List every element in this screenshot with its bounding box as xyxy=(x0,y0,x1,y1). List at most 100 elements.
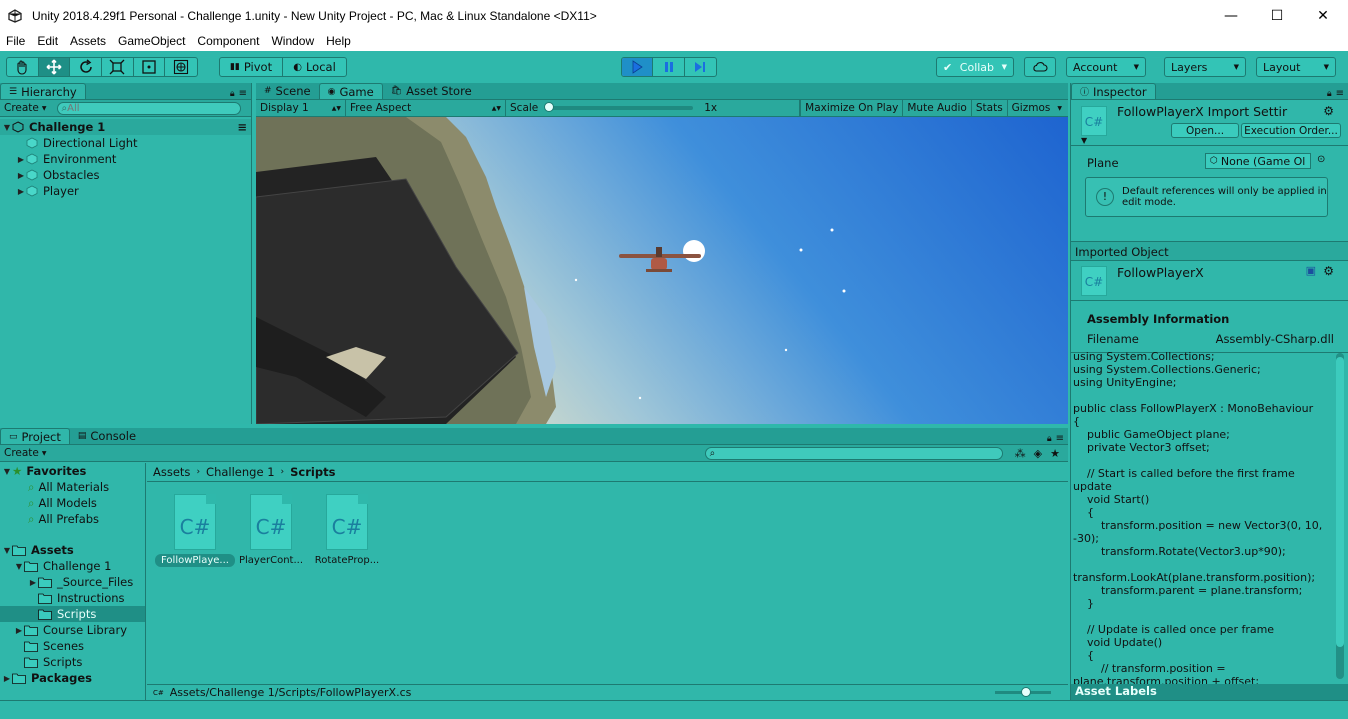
favorites-row[interactable]: ▼ ★ Favorites xyxy=(0,463,145,479)
tab-scene[interactable]: # Scene xyxy=(256,83,319,99)
packages-row[interactable]: ▶ Packages xyxy=(0,670,145,686)
menu-icon[interactable]: ≡ xyxy=(1336,88,1344,99)
tab-game[interactable]: ◉ Game xyxy=(318,83,383,99)
display-dropdown[interactable]: Display 1 ▲▼ xyxy=(256,100,346,116)
favorite-item[interactable]: ⌕ All Models xyxy=(0,495,145,511)
gear-icon[interactable]: ⚙ xyxy=(1323,104,1334,118)
pause-icon[interactable] xyxy=(653,58,685,76)
hierarchy-search[interactable]: ⌕ xyxy=(56,101,241,115)
label-icon[interactable]: ◈ xyxy=(1034,447,1042,460)
gear-icon[interactable]: ⚙ xyxy=(1323,264,1334,278)
book-icon[interactable]: ▣ xyxy=(1306,264,1316,277)
lock-icon[interactable]: 🔒︎ xyxy=(230,89,235,99)
project-search[interactable]: ⌕ xyxy=(704,446,1003,460)
expand-icon[interactable]: ▼ xyxy=(2,123,12,132)
expand-icon[interactable]: ▼ xyxy=(14,562,24,571)
hand-tool-icon[interactable] xyxy=(7,58,39,76)
folder-row-selected[interactable]: Scripts xyxy=(0,606,145,622)
account-dropdown[interactable]: Account ▼ xyxy=(1066,57,1146,77)
game-view[interactable] xyxy=(256,117,1068,424)
gizmos-dropdown[interactable]: Gizmos ▼ xyxy=(1006,100,1068,116)
folder-row[interactable]: Scripts xyxy=(0,654,145,670)
star-icon[interactable]: ★ xyxy=(1050,447,1060,460)
folder-row[interactable]: ▶ _Source_Files xyxy=(0,574,145,590)
menu-gameobject[interactable]: GameObject xyxy=(112,34,191,48)
hierarchy-item[interactable]: ▶ Obstacles xyxy=(0,167,251,183)
script-file[interactable]: C# PlayerCont... xyxy=(231,494,311,567)
scrollbar-thumb[interactable] xyxy=(1336,357,1344,647)
step-icon[interactable] xyxy=(685,58,716,76)
breadcrumb-item[interactable]: Assets xyxy=(153,465,190,479)
scale-slider-thumb[interactable] xyxy=(544,102,555,112)
create-dropdown[interactable]: Create ▼ xyxy=(0,102,51,114)
transform-tool-icon[interactable] xyxy=(165,58,197,76)
local-button[interactable]: ◐ Local xyxy=(283,58,346,76)
tab-project[interactable]: ▭ Project xyxy=(0,428,70,444)
hierarchy-search-input[interactable] xyxy=(67,102,218,114)
layers-dropdown[interactable]: Layers ▼ xyxy=(1164,57,1246,77)
rotate-tool-icon[interactable] xyxy=(70,58,103,76)
scale-tool-icon[interactable] xyxy=(102,58,134,76)
expand-icon[interactable]: ▶ xyxy=(16,187,26,196)
menu-edit[interactable]: Edit xyxy=(31,34,64,48)
hierarchy-item[interactable]: ▶ Player xyxy=(0,183,251,199)
object-picker-icon[interactable]: ⊙ xyxy=(1317,154,1325,165)
script-file[interactable]: C# FollowPlaye... xyxy=(155,494,235,567)
menu-component[interactable]: Component xyxy=(191,34,265,48)
maximize-button[interactable]: ☐ xyxy=(1254,0,1300,31)
menu-file[interactable]: File xyxy=(0,34,31,48)
menu-icon[interactable]: ≡ xyxy=(1056,433,1064,444)
expand-icon[interactable]: ▶ xyxy=(14,626,24,635)
lock-icon[interactable]: 🔒︎ xyxy=(1327,89,1332,99)
tab-inspector[interactable]: ⓘ Inspector xyxy=(1071,83,1156,99)
menu-help[interactable]: Help xyxy=(320,34,357,48)
lock-icon[interactable]: 🔒︎ xyxy=(1047,434,1052,444)
tab-console[interactable]: ▤ Console xyxy=(70,428,144,444)
asset-labels-bar[interactable]: Asset Labels xyxy=(1071,684,1348,700)
scale-slider[interactable] xyxy=(544,102,694,112)
folder-row[interactable]: ▼ Challenge 1 xyxy=(0,558,145,574)
folder-row[interactable]: Instructions xyxy=(0,590,145,606)
scrollbar[interactable] xyxy=(1336,353,1344,679)
close-button[interactable]: ✕ xyxy=(1300,0,1346,31)
cloud-button[interactable] xyxy=(1024,57,1056,77)
menu-icon[interactable]: ≡ xyxy=(237,120,247,134)
filter-type-icon[interactable]: ⁂ xyxy=(1015,447,1026,460)
plane-object-field[interactable]: ⬡ None (Game Ol xyxy=(1205,153,1311,169)
menu-window[interactable]: Window xyxy=(265,34,320,48)
minimize-button[interactable]: — xyxy=(1208,0,1254,31)
move-tool-icon[interactable] xyxy=(38,58,71,76)
execution-order-button[interactable]: Execution Order... xyxy=(1241,123,1341,138)
script-file[interactable]: C# RotateProp... xyxy=(307,494,387,567)
scene-row[interactable]: ▼ Challenge 1 ≡ xyxy=(0,119,251,135)
expand-icon[interactable]: ▶ xyxy=(16,155,26,164)
expand-icon[interactable]: ▼ xyxy=(1081,136,1087,145)
open-button[interactable]: Open... xyxy=(1171,123,1239,138)
folder-row[interactable]: Scenes xyxy=(0,638,145,654)
expand-icon[interactable]: ▶ xyxy=(28,578,38,587)
create-dropdown[interactable]: Create ▼ xyxy=(0,447,51,459)
stats-toggle[interactable]: Stats xyxy=(970,100,1007,116)
collab-dropdown[interactable]: ✔ Collab ▼ xyxy=(936,57,1014,77)
icon-size-slider-thumb[interactable] xyxy=(1021,687,1031,697)
icon-size-slider[interactable] xyxy=(995,687,1051,697)
expand-icon[interactable]: ▶ xyxy=(16,171,26,180)
breadcrumb-item-current[interactable]: Scripts xyxy=(290,465,335,479)
tab-hierarchy[interactable]: ☰ Hierarchy xyxy=(0,83,86,99)
favorite-item[interactable]: ⌕ All Prefabs xyxy=(0,511,145,527)
expand-icon[interactable]: ▼ xyxy=(2,546,12,555)
expand-icon[interactable]: ▼ xyxy=(2,467,12,476)
expand-icon[interactable]: ▶ xyxy=(2,674,12,683)
hierarchy-item[interactable]: ▶ Environment xyxy=(0,151,251,167)
assets-row[interactable]: ▼ Assets xyxy=(0,542,145,558)
maximize-on-play-toggle[interactable]: Maximize On Play xyxy=(800,100,902,116)
mute-audio-toggle[interactable]: Mute Audio xyxy=(902,100,970,116)
play-icon[interactable] xyxy=(622,58,654,76)
menu-icon[interactable]: ≡ xyxy=(239,88,247,99)
favorite-item[interactable]: ⌕ All Materials xyxy=(0,479,145,495)
folder-row[interactable]: ▶ Course Library xyxy=(0,622,145,638)
layout-dropdown[interactable]: Layout ▼ xyxy=(1256,57,1336,77)
aspect-dropdown[interactable]: Free Aspect ▲▼ xyxy=(346,100,506,116)
rect-tool-icon[interactable] xyxy=(134,58,166,76)
hierarchy-item[interactable]: Directional Light xyxy=(0,135,251,151)
